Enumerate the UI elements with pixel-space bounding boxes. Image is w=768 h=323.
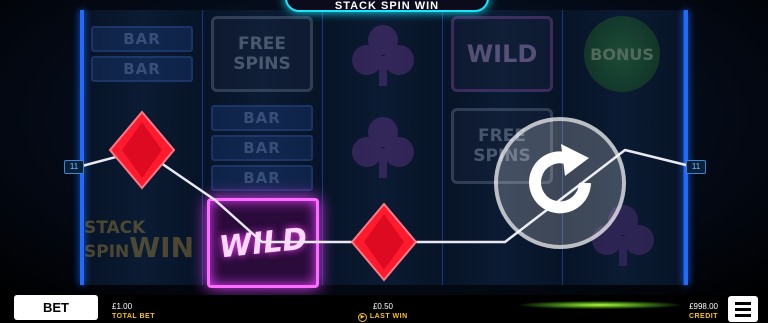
- credit-label: CREDIT: [688, 313, 718, 320]
- diamond-symbol: [108, 110, 176, 190]
- hamburger-menu-icon: [735, 307, 751, 311]
- bottom-bar: BET £1.00 TOTAL BET £0.50 ▶ LAST WIN £99…: [0, 295, 768, 323]
- win-glow: [520, 301, 680, 309]
- bet-button[interactable]: BET: [14, 295, 98, 320]
- total-bet-value: £1.00: [112, 302, 133, 311]
- credit-info: £998.00 CREDIT: [680, 302, 718, 322]
- last-win-info: £0.50 ▶ LAST WIN: [356, 302, 410, 322]
- credit-value: £998.00: [689, 302, 718, 311]
- menu-button[interactable]: [728, 296, 758, 322]
- refresh-arrow-icon: [529, 144, 591, 214]
- last-win-row: ▶ LAST WIN: [356, 312, 410, 322]
- last-win-label: LAST WIN: [369, 313, 408, 320]
- total-bet-label: TOTAL BET: [112, 313, 155, 320]
- spin-button[interactable]: [494, 117, 626, 249]
- game-stage: STACK SPIN WIN BAR BAR STACK SPINWIN FRE…: [0, 0, 768, 295]
- payline-badge-left: 11: [64, 160, 84, 174]
- diamond-symbol: [350, 202, 418, 282]
- play-circle-icon: ▶: [358, 313, 368, 322]
- last-win-value: £0.50: [372, 302, 394, 311]
- hamburger-menu-icon: [735, 313, 751, 317]
- payline-badge-right: 11: [686, 160, 706, 174]
- total-bet-info: £1.00 TOTAL BET: [112, 302, 155, 322]
- hamburger-menu-icon: [735, 301, 751, 305]
